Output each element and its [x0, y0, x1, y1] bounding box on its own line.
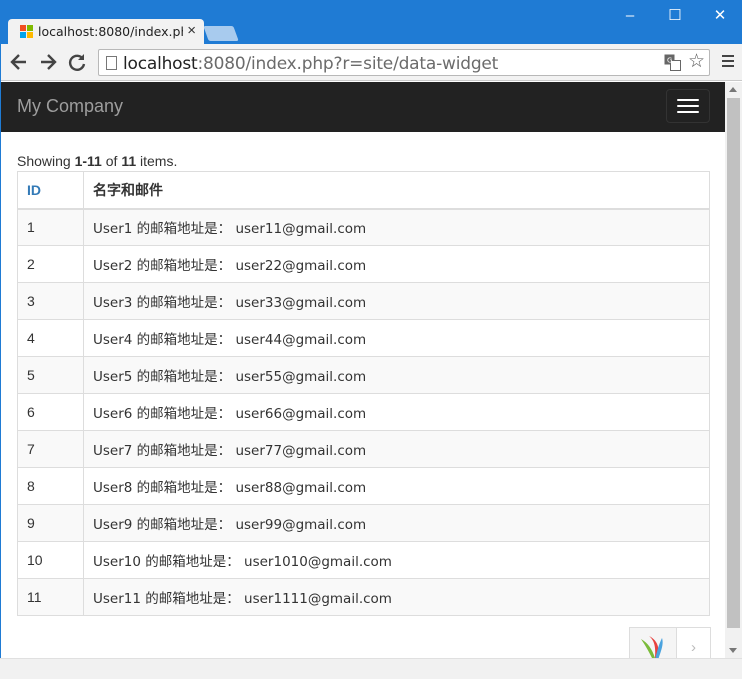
reload-icon[interactable] — [66, 50, 88, 74]
vertical-scrollbar[interactable] — [725, 82, 742, 659]
scrollbar-thumb[interactable] — [727, 98, 740, 628]
data-grid: ID 名字和邮件 1 User1 的邮箱地址是： user11@gmail.com… — [17, 171, 710, 616]
row-id: 5 — [17, 356, 84, 394]
pagination: › — [629, 627, 711, 658]
row-name-email: User3 的邮箱地址是： user33@gmail.com — [83, 282, 710, 320]
name-column-header: 名字和邮件 — [83, 171, 710, 210]
row-name-email: User1 的邮箱地址是： user11@gmail.com — [83, 208, 710, 246]
table-header-row: ID 名字和邮件 — [17, 171, 710, 210]
forward-arrow-icon[interactable] — [37, 50, 59, 74]
row-id: 6 — [17, 393, 84, 431]
row-name-email: User9 的邮箱地址是： user99@gmail.com — [83, 504, 710, 542]
back-arrow-icon[interactable] — [8, 50, 30, 74]
id-column-header[interactable]: ID — [17, 171, 84, 210]
page-icon — [106, 56, 117, 70]
navbar-toggle-button[interactable] — [666, 89, 710, 123]
row-name-email: User11 的邮箱地址是： user1111@gmail.com — [83, 578, 710, 616]
tab-close-icon[interactable]: × — [187, 22, 196, 39]
yii-logo-icon — [641, 636, 663, 658]
site-navbar: My Company — [1, 82, 725, 132]
bookmark-star-icon[interactable]: ☆ — [688, 52, 705, 72]
horizontal-scrollbar[interactable] — [0, 658, 742, 679]
row-id: 8 — [17, 467, 84, 505]
svg-text:G: G — [667, 57, 672, 65]
row-id: 3 — [17, 282, 84, 320]
table-row: 9 User9 的邮箱地址是： user99@gmail.com — [17, 504, 710, 542]
new-tab-button[interactable] — [203, 26, 239, 41]
scroll-down-icon[interactable] — [729, 648, 737, 653]
browser-toolbar: localhost:8080/index.php?r=site/data-wid… — [0, 44, 742, 81]
translate-icon[interactable]: G — [664, 54, 681, 71]
pager-next-button[interactable]: › — [676, 627, 711, 658]
table-row: 7 User7 的邮箱地址是： user77@gmail.com — [17, 430, 710, 468]
minimize-button[interactable]: – — [615, 4, 645, 28]
table-row: 1 User1 的邮箱地址是： user11@gmail.com — [17, 208, 710, 246]
favicon-icon — [20, 25, 34, 39]
row-name-email: User4 的邮箱地址是： user44@gmail.com — [83, 319, 710, 357]
table-row: 6 User6 的邮箱地址是： user66@gmail.com — [17, 393, 710, 431]
row-name-email: User7 的邮箱地址是： user77@gmail.com — [83, 430, 710, 468]
tab-title: localhost:8080/index.php?r=site/data-wid… — [38, 24, 183, 39]
browser-menu-icon[interactable] — [722, 55, 734, 69]
row-id: 4 — [17, 319, 84, 357]
browser-tab[interactable]: localhost:8080/index.php?r=site/data-wid… — [8, 19, 204, 44]
row-id: 2 — [17, 245, 84, 283]
table-row: 11 User11 的邮箱地址是： user1111@gmail.com — [17, 578, 710, 616]
address-bar[interactable]: localhost:8080/index.php?r=site/data-wid… — [98, 49, 710, 76]
row-id: 7 — [17, 430, 84, 468]
grid-summary: Showing 1-11 of 11 items. — [17, 153, 178, 169]
url-text: localhost:8080/index.php?r=site/data-wid… — [123, 54, 499, 74]
close-window-button[interactable]: ✕ — [705, 4, 735, 28]
table-row: 2 User2 的邮箱地址是： user22@gmail.com — [17, 245, 710, 283]
table-row: 10 User10 的邮箱地址是： user1010@gmail.com — [17, 541, 710, 579]
table-row: 3 User3 的邮箱地址是： user33@gmail.com — [17, 282, 710, 320]
row-name-email: User2 的邮箱地址是： user22@gmail.com — [83, 245, 710, 283]
row-id: 9 — [17, 504, 84, 542]
pager-prev-button[interactable] — [629, 627, 677, 658]
browser-titlebar: localhost:8080/index.php?r=site/data-wid… — [0, 0, 742, 44]
page-viewport: My Company Showing 1-11 of 11 items. ID … — [1, 82, 725, 658]
row-id: 10 — [17, 541, 84, 579]
row-id: 11 — [17, 578, 84, 616]
brand-link[interactable]: My Company — [17, 96, 123, 117]
maximize-button[interactable]: ☐ — [660, 4, 690, 28]
row-name-email: User10 的邮箱地址是： user1010@gmail.com — [83, 541, 710, 579]
row-id: 1 — [17, 208, 84, 246]
table-row: 8 User8 的邮箱地址是： user88@gmail.com — [17, 467, 710, 505]
table-row: 5 User5 的邮箱地址是： user55@gmail.com — [17, 356, 710, 394]
table-row: 4 User4 的邮箱地址是： user44@gmail.com — [17, 319, 710, 357]
row-name-email: User6 的邮箱地址是： user66@gmail.com — [83, 393, 710, 431]
scroll-up-icon[interactable] — [729, 87, 737, 92]
row-name-email: User8 的邮箱地址是： user88@gmail.com — [83, 467, 710, 505]
row-name-email: User5 的邮箱地址是： user55@gmail.com — [83, 356, 710, 394]
